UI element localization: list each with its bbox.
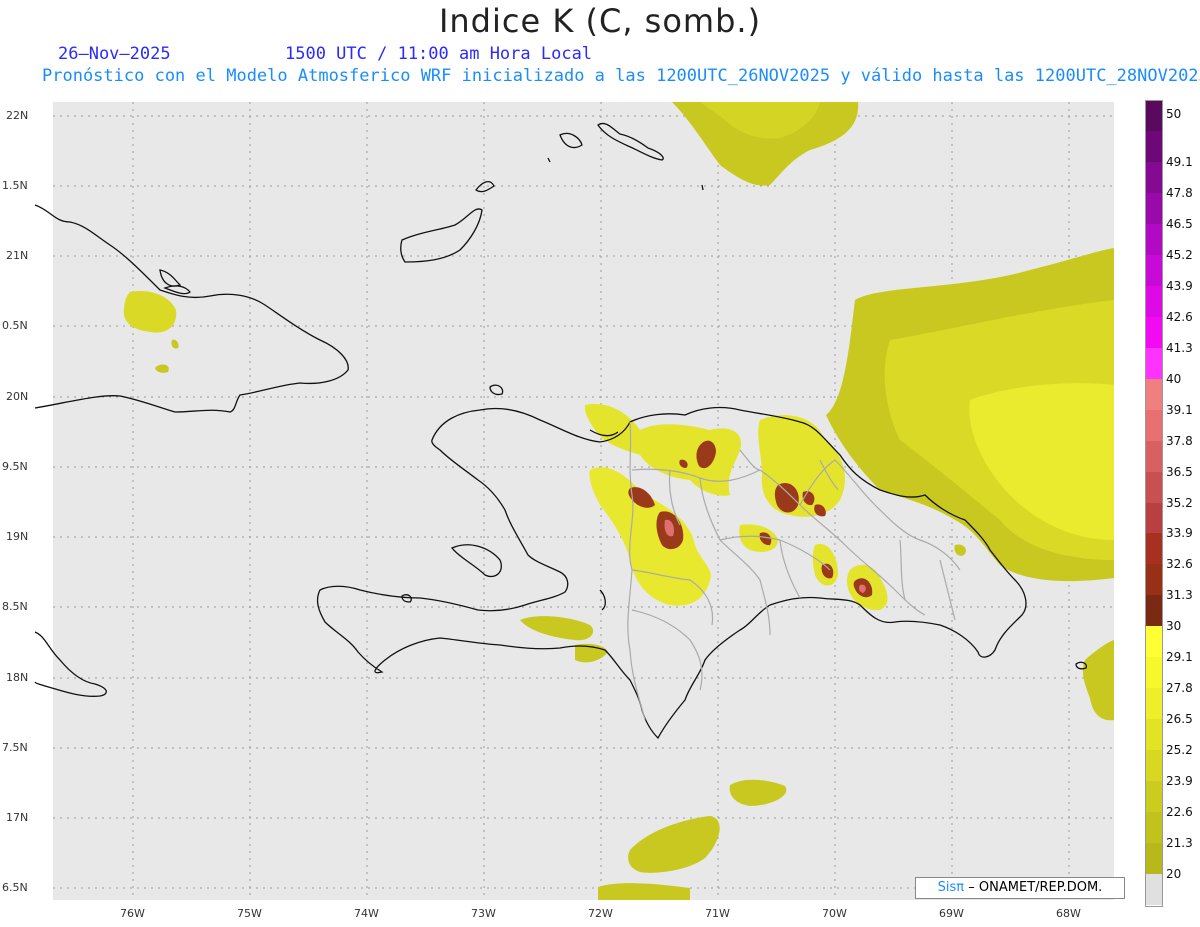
lon-label: 72W: [588, 907, 613, 920]
colorbar-label: 30: [1166, 619, 1182, 634]
lat-label: 8.5N: [2, 600, 28, 613]
lat-label: 17N: [6, 811, 29, 824]
colorbar-label: 37.8: [1166, 433, 1193, 448]
lon-label: 74W: [354, 907, 379, 920]
colorbar-label: 42.6: [1166, 309, 1193, 324]
lat-label: 21N: [6, 249, 29, 262]
colorbar-label: 40: [1166, 371, 1182, 386]
lon-label: 70W: [822, 907, 847, 920]
lon-label: 71W: [705, 907, 730, 920]
lat-label: 9.5N: [2, 460, 28, 473]
colorbar-label: 41.3: [1166, 340, 1193, 355]
lon-label: 75W: [237, 907, 262, 920]
lon-label: 73W: [471, 907, 496, 920]
colorbar-label: 47.8: [1166, 185, 1193, 200]
colorbar-label: 32.6: [1166, 557, 1193, 572]
colorbar-label: 50: [1166, 106, 1182, 121]
colorbar-label: 43.9: [1166, 278, 1193, 293]
lon-label: 69W: [939, 907, 964, 920]
colorbar-label: 45.2: [1166, 247, 1193, 262]
colorbar-label: 25.2: [1166, 743, 1193, 758]
colorbar-label: 22.6: [1166, 805, 1193, 820]
lon-label: 76W: [120, 907, 145, 920]
colorbar-label: 35.2: [1166, 495, 1193, 510]
lat-label: 0.5N: [2, 319, 28, 332]
lat-label: 7.5N: [2, 741, 28, 754]
lon-label: 68W: [1056, 907, 1081, 920]
colorbar-label: 27.8: [1166, 681, 1193, 696]
credit-text: – ONAMET/REP.DOM.: [968, 880, 1103, 895]
colorbar-label: 31.3: [1166, 588, 1193, 603]
credit-box: Sisπ – ONAMET/REP.DOM.: [915, 877, 1125, 899]
lat-label: 6.5N: [2, 881, 28, 894]
colorbar-label: 20: [1166, 867, 1182, 882]
lat-label: 19N: [6, 530, 29, 543]
colorbar-label: 46.5: [1166, 216, 1193, 231]
colorbar-label: 21.3: [1166, 836, 1193, 851]
lat-label: 18N: [6, 671, 29, 684]
colorbar-label: 33.9: [1166, 526, 1193, 541]
credit-brand: Sisπ: [937, 880, 965, 895]
colorbar-label: 23.9: [1166, 774, 1193, 789]
colorbar-label: 39.1: [1166, 402, 1193, 417]
colorbar-frame: [1145, 100, 1163, 907]
map-canvas: [34, 102, 1114, 900]
colorbar-label: 26.5: [1166, 712, 1193, 727]
colorbar-label: 29.1: [1166, 650, 1193, 665]
lat-label: 1.5N: [2, 179, 28, 192]
colorbar-label: 49.1: [1166, 154, 1193, 169]
colorbar-label: 36.5: [1166, 464, 1193, 479]
lat-label: 20N: [6, 390, 29, 403]
lat-label: 22N: [6, 109, 29, 122]
